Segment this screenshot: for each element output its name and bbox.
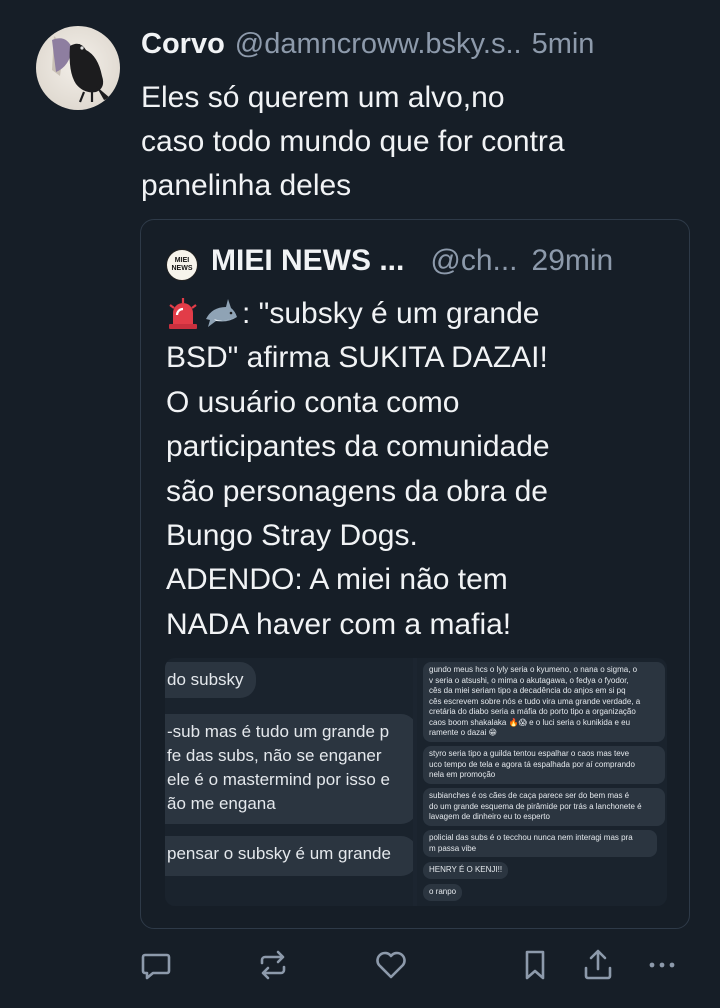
chat-bubble-text: uco tempo de tela e agora tá espalhada p… <box>429 759 635 769</box>
quoted-post-header: MIEI NEWS ... @ch... 29min <box>211 244 681 284</box>
chat-bubble-text: cês da miei seriam tipo a decadência do … <box>429 686 626 695</box>
quoted-post-timestamp[interactable]: 29min <box>532 244 614 278</box>
chat-bubble-text: styro seria tipo a guilda tentou espalha… <box>429 749 630 758</box>
like-button[interactable] <box>371 940 411 990</box>
avatar-logo-text: MIEI <box>174 257 190 264</box>
siren-icon <box>169 298 197 330</box>
chat-bubble: subianches é os cães de caça parece ser … <box>423 788 665 826</box>
chat-bubble: HENRY É O KENJI!! <box>423 862 509 879</box>
author-handle[interactable]: @damncroww.bsky.s.. <box>235 28 522 61</box>
chat-bubble: policial das subs é o tecchou nunca nem … <box>423 830 657 857</box>
bookmark-button[interactable] <box>515 940 555 990</box>
repost-icon <box>260 950 286 980</box>
chat-bubble-text: caos boom shakalaka 🔥😱 e o luci seria o … <box>429 717 631 727</box>
post-text-line: caso todo mundo que for contra <box>141 125 565 158</box>
screenshot-left: do subsky -sub mas é tudo um grande p fe… <box>165 658 413 906</box>
chat-bubble: styro seria tipo a guilda tentou espalha… <box>423 746 665 784</box>
avatar-logo-text: NEWS <box>171 265 193 272</box>
author-name[interactable]: Corvo <box>141 28 225 61</box>
chat-bubble-text: v seria o atsushi, o mima o akutagawa, o… <box>429 675 629 685</box>
post-header: Corvo @damncroww.bsky.s.. 5min <box>141 28 701 64</box>
quoted-text-line: ADENDO: A miei não tem <box>166 563 508 597</box>
share-button[interactable] <box>578 940 618 990</box>
chat-bubble-text: lavagem de dinheiro eu to esperto <box>429 812 550 821</box>
post: Corvo @damncroww.bsky.s.. 5min Eles só q… <box>0 0 720 1008</box>
quoted-text-line: NADA haver com a mafia! <box>166 607 512 641</box>
quoted-text-line: : "subsky é um grande <box>242 297 540 330</box>
quoted-author-handle[interactable]: @ch... <box>430 244 517 278</box>
chat-bubble-text: do um grande esquema de pirâmide por trá… <box>429 801 642 811</box>
chat-bubble-text: gundo meus hcs o lyly seria o kyumeno, o… <box>429 665 638 674</box>
chat-bubble-text: ão me engana <box>167 794 276 813</box>
quoted-author-avatar[interactable]: MIEI NEWS <box>166 249 198 281</box>
quoted-post[interactable]: MIEI NEWS MIEI NEWS ... @ch... 29min: "… <box>140 219 690 929</box>
author-avatar[interactable] <box>36 26 120 110</box>
quoted-text-line: são personagens da obra de <box>166 474 548 508</box>
post-text-line: Eles só querem um alvo,no <box>141 81 505 114</box>
chat-bubble-text: cretária do diabo seria a máfia do porto… <box>429 707 636 716</box>
more-options-button[interactable] <box>642 940 682 990</box>
post-text-line: panelinha deles <box>141 169 352 202</box>
chat-bubble: do subsky <box>165 662 256 698</box>
quoted-post-image[interactable]: do subsky -sub mas é tudo um grande p fe… <box>165 658 667 906</box>
post-timestamp[interactable]: 5min <box>532 28 595 61</box>
shark-icon <box>206 299 237 328</box>
screenshot-right: gundo meus hcs o lyly seria o kyumeno, o… <box>417 658 667 906</box>
chat-bubble-text: do subsky <box>167 670 244 689</box>
chat-bubble: o ranpo <box>423 884 463 901</box>
chat-bubble: pensar o subsky é um grande <box>165 836 413 876</box>
share-icon <box>584 949 612 980</box>
chat-bubble: -sub mas é tudo um grande p fe das subs,… <box>165 714 413 824</box>
chat-bubble-text: pensar o subsky é um grande <box>167 844 391 863</box>
chat-bubble-text: ele é o mastermind por isso e <box>167 770 390 789</box>
quoted-text-line: participantes da comunidade <box>166 430 550 464</box>
chat-bubble-text: -sub mas é tudo um grande p <box>167 722 390 741</box>
chat-bubble-text: nela em promoção <box>429 770 496 779</box>
repost-button[interactable] <box>253 940 293 990</box>
reply-icon <box>141 953 171 980</box>
chat-bubble-text: fe das subs, não se enganer <box>167 746 382 765</box>
quoted-text-line: Bungo Stray Dogs. <box>166 519 418 553</box>
quoted-text-line: BSD" afirma SUKITA DAZAI! <box>166 341 548 375</box>
like-icon <box>376 951 406 979</box>
crow-avatar-image <box>52 36 110 103</box>
chat-bubble-text: cês escrevem sobre nós e tudo vira uma g… <box>429 696 641 706</box>
quoted-author-name[interactable]: MIEI NEWS ... <box>211 244 404 278</box>
quoted-text-line: O usuário conta como <box>166 385 460 419</box>
chat-bubble-text: HENRY É O KENJI!! <box>429 865 503 874</box>
reply-button[interactable] <box>136 940 176 990</box>
chat-bubble-text: o ranpo <box>429 887 457 896</box>
post-text: Eles só querem um alvo,no caso todo mund… <box>141 76 681 208</box>
more-icon <box>649 962 675 968</box>
post-actions <box>0 940 720 990</box>
quoted-post-text: : "subsky é um grande BSD" afirma SUKITA… <box>166 292 686 647</box>
chat-bubble-text: m passa vibe <box>429 843 477 853</box>
chat-bubble: gundo meus hcs o lyly seria o kyumeno, o… <box>423 662 665 742</box>
chat-bubble-text: subianches é os cães de caça parece ser … <box>429 791 630 800</box>
bookmark-icon <box>525 950 545 980</box>
chat-bubble-text: ramente o dazai 😁 <box>429 728 497 737</box>
chat-bubble-text: policial das subs é o tecchou nunca nem … <box>429 833 633 842</box>
